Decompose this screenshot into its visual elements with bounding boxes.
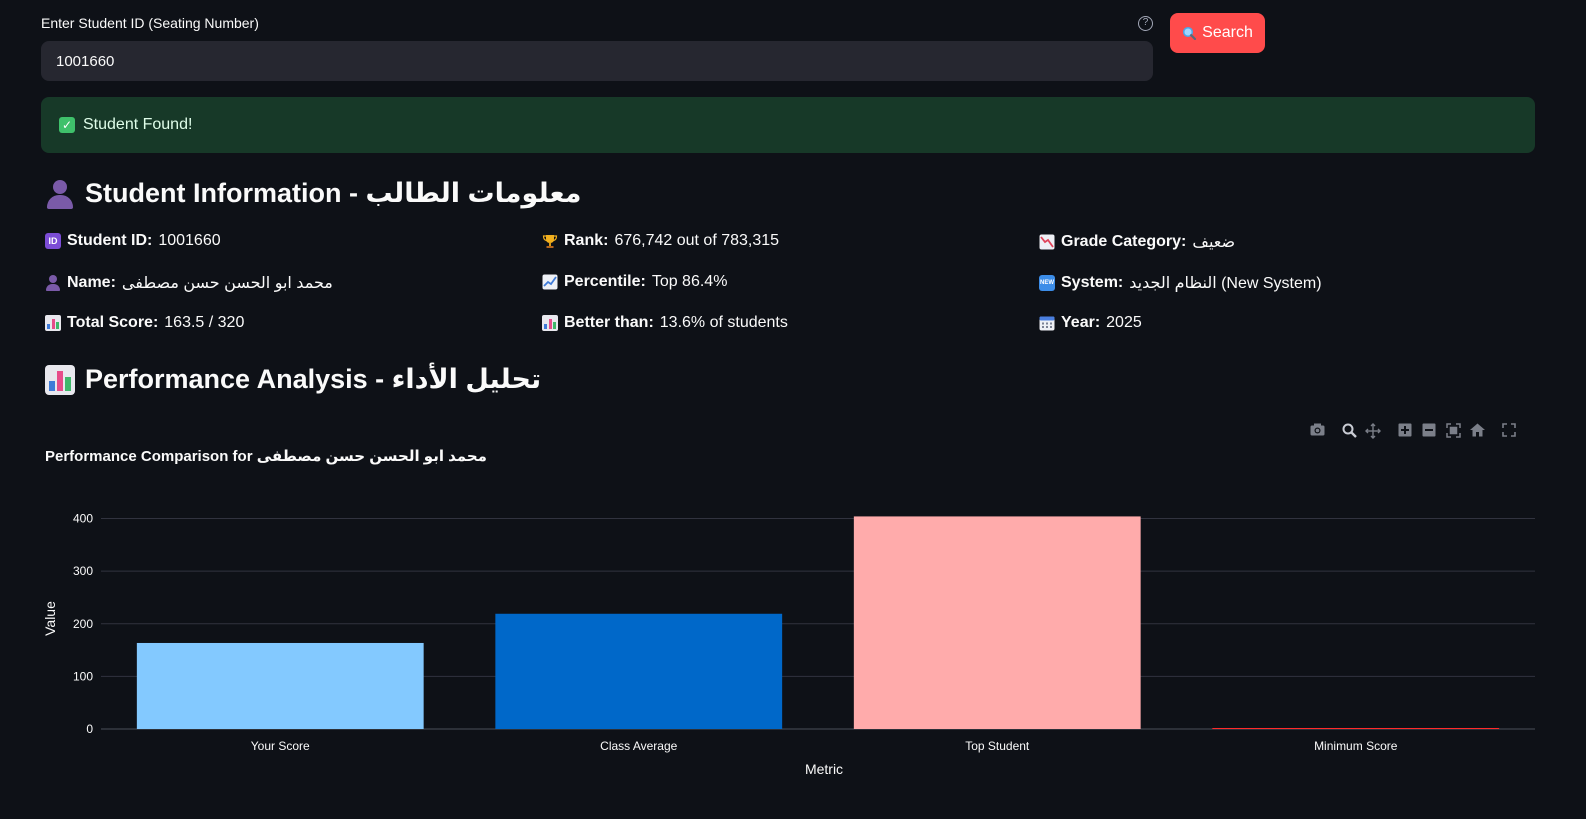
percentile-value: Top 86.4% [651, 273, 728, 290]
year-item: Year: 2025 [1039, 314, 1142, 332]
year-label: Year: [1061, 314, 1101, 331]
rank-item: Rank: 676,742 out of 783,315 [542, 232, 779, 250]
performance-chart: Performance Comparison for محمد ابو الحس… [41, 418, 1535, 808]
student-id-input[interactable] [41, 41, 1153, 81]
performance-heading: Performance Analysis - تحليل الأداء [45, 364, 541, 395]
magnifier-icon [1183, 26, 1197, 40]
name-value: محمد ابو الحسن حسن مصطفى [121, 275, 333, 292]
bar-minimum-score [1212, 728, 1500, 729]
person-icon [45, 179, 75, 209]
new-icon: NEW [1039, 275, 1055, 291]
bar-chart-icon [45, 315, 61, 331]
search-label: Enter Student ID (Seating Number) [41, 15, 259, 31]
person-icon [45, 275, 61, 291]
bar-top-student [853, 516, 1141, 729]
grade-category-value: ضعيف [1192, 234, 1236, 251]
trophy-icon [542, 235, 558, 248]
bar-chart-icon [45, 364, 75, 395]
y-tick-label: 300 [73, 564, 93, 578]
success-alert: ✓ Student Found! [41, 97, 1535, 153]
percentile-item: Percentile: Top 86.4% [542, 273, 727, 291]
name-item: Name: محمد ابو الحسن حسن مصطفى [45, 273, 333, 293]
system-label: System: [1061, 274, 1124, 291]
student-info-title: Student Information - معلومات الطالب [85, 178, 582, 208]
bar-class-average [495, 613, 783, 729]
bar-chart-svg: 0 100 200 300 400 Your Score Class Average Top … [42, 512, 1535, 777]
total-score-value: 163.5 / 320 [164, 314, 245, 331]
x-axis-title: Metric [805, 761, 843, 777]
y-tick-label: 0 [86, 722, 93, 736]
id-icon: ID [45, 233, 61, 249]
bar-your-score [136, 642, 424, 729]
better-than-value: 13.6% of students [659, 314, 788, 331]
search-label-row: Enter Student ID (Seating Number) ? [41, 15, 1153, 31]
x-tick-label: Your Score [251, 739, 310, 753]
grade-category-label: Grade Category: [1061, 233, 1187, 250]
bar-chart-icon [542, 315, 558, 331]
better-than-item: Better than: 13.6% of students [542, 314, 788, 332]
check-icon: ✓ [59, 117, 75, 133]
trend-up-icon [542, 274, 558, 290]
better-than-label: Better than: [564, 314, 654, 331]
student-id-item: ID Student ID: 1001660 [45, 232, 221, 250]
system-item: NEW System: النظام الجديد (New System) [1039, 273, 1322, 293]
total-score-item: Total Score: 163.5 / 320 [45, 314, 244, 332]
percentile-label: Percentile: [564, 273, 646, 290]
year-value: 2025 [1106, 314, 1142, 331]
student-info-heading: Student Information - معلومات الطالب [45, 178, 581, 209]
rank-value: 676,742 out of 783,315 [614, 232, 780, 249]
x-tick-label: Minimum Score [1314, 739, 1398, 753]
y-tick-label: 100 [73, 669, 93, 683]
search-button[interactable]: Search [1170, 13, 1265, 53]
x-tick-label: Class Average [600, 739, 677, 753]
system-value: النظام الجديد (New System) [1129, 275, 1322, 292]
calendar-icon [1039, 316, 1055, 331]
alert-text: Student Found! [83, 116, 193, 133]
y-tick-label: 200 [73, 617, 93, 631]
help-icon[interactable]: ? [1138, 15, 1153, 31]
performance-title: Performance Analysis - تحليل الأداء [85, 364, 542, 394]
rank-label: Rank: [564, 232, 609, 249]
student-id-label: Student ID: [67, 232, 153, 249]
student-id-value: 1001660 [158, 232, 221, 249]
y-axis-title: Value [42, 601, 58, 636]
name-label: Name: [67, 274, 116, 291]
trend-down-icon [1039, 234, 1055, 250]
y-tick-label: 400 [73, 512, 93, 526]
grade-category-item: Grade Category: ضعيف [1039, 232, 1235, 252]
search-button-label: Search [1202, 24, 1253, 41]
total-score-label: Total Score: [67, 314, 159, 331]
x-tick-label: Top Student [965, 739, 1030, 753]
